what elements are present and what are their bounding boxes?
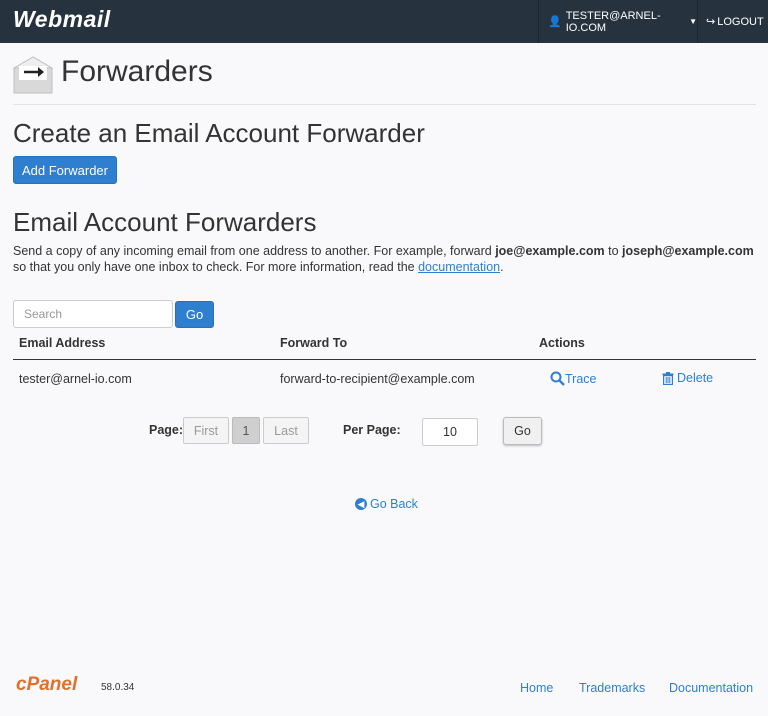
desc-text: Send a copy of any incoming email from o…	[13, 244, 496, 258]
caret-down-icon: ▼	[689, 17, 697, 26]
per-page-go-button[interactable]: Go	[503, 417, 542, 445]
logout-icon: ↪	[706, 16, 716, 28]
footer-home-link[interactable]: Home	[520, 681, 553, 695]
per-page-label: Per Page:	[343, 423, 401, 437]
user-menu-label: TESTER@ARNEL-IO.COM	[565, 9, 661, 34]
user-icon: 👤	[548, 16, 562, 28]
delete-label: Delete	[677, 371, 714, 385]
forwarder-envelope-icon	[13, 56, 53, 94]
create-forwarder-heading: Create an Email Account Forwarder	[13, 118, 425, 148]
logout-link[interactable]: ↪ LOGOUT	[706, 0, 764, 43]
desc-text: so that you only have one inbox to check…	[13, 260, 419, 274]
last-page-button[interactable]: Last	[263, 417, 309, 444]
footer-trademarks-link[interactable]: Trademarks	[579, 681, 645, 695]
table-row: tester@arnel-io.com forward-to-recipient…	[13, 359, 756, 399]
cpanel-version: 58.0.34	[101, 682, 135, 693]
row-forward-to: forward-to-recipient@example.com	[280, 372, 475, 386]
go-back-link[interactable]: ◀ Go Back	[355, 497, 418, 511]
desc-example-target: joseph@example.com	[622, 244, 754, 258]
forwarders-description: Send a copy of any incoming email from o…	[13, 243, 758, 275]
delete-action[interactable]: Delete	[662, 371, 713, 385]
page-header: Forwarders	[13, 55, 756, 105]
trace-action[interactable]: Trace	[550, 371, 597, 386]
logout-label: LOGOUT	[717, 15, 764, 28]
column-header-email: Email Address	[19, 336, 106, 350]
current-page-button[interactable]: 1	[232, 417, 260, 444]
desc-example-source: joe@example.com	[495, 244, 605, 258]
back-arrow-icon: ◀	[355, 498, 367, 510]
column-header-actions: Actions	[539, 336, 585, 350]
desc-text: to	[604, 244, 623, 258]
go-back-label: Go Back	[370, 497, 418, 511]
table-header: Email Address Forward To Actions	[13, 333, 756, 360]
page-title: Forwarders	[61, 55, 213, 88]
search-icon	[550, 371, 565, 386]
search-input[interactable]	[13, 300, 173, 328]
trash-icon	[662, 371, 674, 385]
add-forwarder-button[interactable]: Add Forwarder	[13, 156, 117, 184]
forwarders-list-heading: Email Account Forwarders	[13, 207, 317, 237]
cpanel-logo[interactable]: cPanel	[16, 674, 77, 696]
footer-documentation-link[interactable]: Documentation	[669, 681, 753, 695]
trace-label: Trace	[565, 371, 597, 386]
row-email: tester@arnel-io.com	[19, 372, 132, 386]
user-menu[interactable]: 👤 TESTER@ARNEL-IO.COM ▼	[538, 0, 698, 43]
per-page-input[interactable]	[422, 418, 478, 446]
column-header-forward-to: Forward To	[280, 336, 348, 350]
documentation-link[interactable]: documentation	[418, 260, 500, 274]
first-page-button[interactable]: First	[183, 417, 229, 444]
search-go-button[interactable]: Go	[175, 301, 214, 328]
top-navbar: Webmail 👤 TESTER@ARNEL-IO.COM ▼ ↪ LOGOUT	[0, 0, 768, 43]
page-label: Page:	[149, 423, 184, 437]
webmail-logo[interactable]: Webmail	[13, 6, 111, 33]
desc-text: .	[500, 260, 504, 274]
